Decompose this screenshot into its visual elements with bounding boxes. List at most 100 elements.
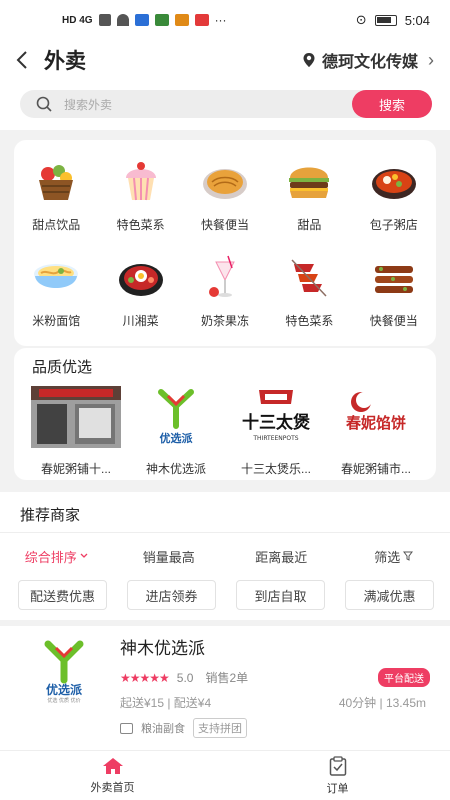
sort-filter[interactable]: 筛选 — [338, 540, 450, 572]
search-placeholder: 搜索外卖 — [64, 97, 113, 112]
bottom-nav: 外卖首页 订单 — [0, 750, 450, 800]
signal-icon — [98, 14, 111, 26]
svg-text:THIRTEENPOTS: THIRTEENPOTS — [252, 435, 298, 442]
category-item[interactable]: 包子粥店 — [352, 152, 436, 248]
filter-chip[interactable]: 满减优惠 — [345, 580, 434, 610]
stone-pot-icon — [116, 252, 166, 302]
svg-text:优选 优质 优价: 优选 优质 优价 — [47, 697, 80, 704]
category-item[interactable]: 甜点饮品 — [14, 152, 98, 248]
quality-item-label: 春妮粥铺市... — [340, 462, 411, 476]
group-buy-tag: 支持拼团 — [193, 718, 247, 738]
rating-score: 5.0 — [176, 670, 194, 685]
store-distance: 40分钟 | 13.45m — [338, 696, 426, 710]
category-item[interactable]: 川湘菜 — [98, 248, 182, 344]
category-item[interactable]: 奶茶果冻 — [183, 248, 267, 344]
status-bar: HD 4G ··· ⊙ 5:04 — [0, 0, 450, 40]
sort-label: 距离最近 — [255, 549, 308, 565]
category-item[interactable]: 快餐便当 — [352, 248, 436, 344]
location-selector[interactable]: 德珂文化传媒 › — [302, 48, 450, 72]
category-item[interactable]: 米粉面馆 — [14, 248, 98, 344]
wechat-icon — [154, 14, 169, 26]
quality-item[interactable]: 优选派 神木优选派 — [130, 386, 222, 477]
store-tags: 粮油副食 支持拼团 — [120, 718, 247, 738]
section-title: 推荐商家 — [20, 507, 81, 524]
quality-item-label: 神木优选派 — [145, 462, 206, 476]
search-icon — [36, 96, 52, 112]
burger-icon — [284, 156, 334, 206]
sort-bar: 综合排序 销量最高 距离最近 筛选 — [0, 540, 450, 572]
quality-item[interactable]: 春妮馅饼 春妮粥铺市... — [330, 386, 422, 477]
filter-chip[interactable]: 进店领券 — [127, 580, 216, 610]
location-pin-icon — [303, 53, 315, 67]
store-card[interactable]: 优选派 优选 优质 优价 神木优选派 ★★★★★ 5.0 销售2单 平台配送 起送… — [0, 626, 450, 750]
nav-orders[interactable]: 订单 — [225, 751, 450, 800]
fruit-basket-icon — [31, 156, 81, 206]
store-logo: 优选派 优选 优质 优价 — [28, 640, 100, 704]
search-input[interactable]: 搜索外卖 搜索 — [20, 90, 432, 118]
battery-icon — [374, 14, 397, 26]
store-rating: ★★★★★ 5.0 销售2单 — [120, 669, 248, 686]
category-card: 甜点饮品 特色菜系 快餐便当 甜品 包子粥店 米粉面馆 川湘菜 奶茶果冻 特色菜… — [14, 140, 436, 346]
noodle-bowl-icon — [31, 252, 81, 302]
chevron-left-icon — [16, 51, 27, 69]
chevron-right-icon: › — [428, 49, 434, 70]
sort-sales[interactable]: 销量最高 — [113, 540, 226, 572]
category-label: 特色菜系 — [116, 218, 165, 232]
delivery-badge: 平台配送 — [378, 668, 430, 687]
category-label: 甜品 — [297, 218, 322, 232]
app-notification-icon — [134, 14, 149, 26]
category-label: 奶茶果冻 — [200, 314, 249, 328]
chevron-down-icon — [80, 553, 88, 558]
category-item[interactable]: 甜品 — [267, 152, 351, 248]
category-item[interactable]: 特色菜系 — [267, 248, 351, 344]
svg-text:十三太煲: 十三太煲 — [242, 412, 311, 433]
category-label: 米粉面馆 — [32, 314, 81, 328]
filter-chip[interactable]: 配送费优惠 — [18, 580, 107, 610]
filter-chip[interactable]: 到店自取 — [236, 580, 325, 610]
section-title: 品质优选 — [32, 359, 93, 376]
category-label: 快餐便当 — [200, 218, 249, 232]
wifi-icon — [116, 14, 129, 26]
svg-text:优选派: 优选派 — [160, 431, 194, 445]
chunni-logo: 春妮馅饼 — [331, 386, 421, 448]
category-item[interactable]: 快餐便当 — [183, 152, 267, 248]
quality-item[interactable]: 春妮粥铺十... — [30, 386, 122, 477]
nav-label: 外卖首页 — [90, 781, 135, 794]
category-label: 快餐便当 — [369, 314, 418, 328]
sort-distance[interactable]: 距离最近 — [225, 540, 338, 572]
sort-comprehensive[interactable]: 综合排序 — [0, 540, 113, 572]
network-indicator: HD 4G — [62, 14, 93, 26]
category-label: 甜点饮品 — [32, 218, 81, 232]
shop-icon — [120, 722, 133, 734]
location-status-icon: ⊙ — [355, 12, 367, 27]
quality-picks-card: 品质优选 春妮粥铺十... 优选派 神木优选派 十三太煲 THIRTEENPOTS… — [14, 348, 436, 480]
category-item[interactable]: 特色菜系 — [98, 152, 182, 248]
app-notification-icon — [194, 14, 209, 26]
back-button[interactable] — [0, 40, 44, 80]
youxuanpai-logo: 优选派 — [131, 386, 221, 448]
clock: 5:04 — [404, 12, 430, 28]
store-name: 神木优选派 — [120, 639, 205, 658]
filter-icon — [403, 551, 414, 561]
recommended-section: 推荐商家 综合排序 销量最高 距离最近 筛选 配送费优惠 进店领券 到店自取 满… — [0, 492, 450, 750]
cupcake-icon — [116, 156, 166, 206]
quality-list: 春妮粥铺十... 优选派 神木优选派 十三太煲 THIRTEENPOTS 十三太煲… — [30, 386, 422, 477]
search-button[interactable]: 搜索 — [352, 90, 432, 118]
svg-text:优选派: 优选派 — [46, 682, 83, 697]
store-fees: 起送¥15 | 配送¥4 — [120, 696, 212, 710]
order-icon — [329, 755, 346, 776]
sort-label: 综合排序 — [24, 549, 77, 565]
sales-count: 销售2单 — [205, 671, 249, 685]
milk-tea-icon — [200, 252, 250, 302]
more-notifications-icon: ··· — [214, 13, 227, 27]
divider — [0, 532, 450, 533]
bbq-icon — [369, 252, 419, 302]
sort-label: 筛选 — [374, 549, 401, 565]
app-notification-icon — [174, 14, 189, 26]
location-name: 德珂文化传媒 — [321, 54, 418, 71]
search-area: 搜索外卖 搜索 — [0, 80, 450, 130]
quality-item[interactable]: 十三太煲 THIRTEENPOTS 十三太煲乐... — [230, 386, 322, 477]
svg-text:春妮馅饼: 春妮馅饼 — [346, 414, 406, 432]
pancake-icon — [200, 156, 250, 206]
nav-home[interactable]: 外卖首页 — [0, 751, 225, 800]
